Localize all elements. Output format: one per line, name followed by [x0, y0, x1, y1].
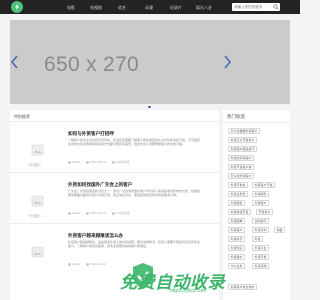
tag-item[interactable]: 外贸客户信息询价: [228, 284, 258, 290]
site-logo[interactable]: [11, 1, 23, 13]
post-date: 2019-03-12: [90, 211, 106, 215]
slider-placeholder-text: 650 x 270: [44, 53, 139, 76]
user-icon: [68, 262, 71, 266]
thumb-caption: 暂无图片: [29, 214, 42, 218]
no-image-icon: [31, 195, 44, 207]
watermark-url: https://ybss.com: [170, 288, 207, 294]
user-icon: [68, 211, 71, 215]
post-author[interactable]: admin: [72, 211, 80, 215]
list-item[interactable]: 暂无图片 如何与外贸客户打招呼 了解客户的企业文化和背景同时，外贸员还需要了解客…: [10, 123, 219, 173]
eye-icon: [111, 211, 115, 215]
no-image-icon: [31, 144, 44, 156]
slider-dots[interactable]: [148, 95, 154, 108]
post-excerpt: 外贸客户越来越难谈，这是很多外贸人的共同感受。面对这种情况，外贸人需要不断提高自…: [68, 240, 200, 249]
post-excerpt: 广交会，外贸的首选的方式之一，通过广交会寻找国外客户对外贸人来说是非常有效的方法…: [68, 189, 200, 198]
post-title-link[interactable]: 如何与外贸客户打招呼: [68, 131, 114, 137]
tag-item[interactable]: 开发客户: [256, 209, 274, 215]
nav-item-entertainment[interactable]: 娱乐八卦: [196, 5, 212, 11]
nav-item-documentary[interactable]: 纪录片: [170, 5, 182, 11]
top-header: 电影 电视剧 综艺 动漫 纪录片 娱乐八卦: [0, 0, 300, 14]
tag-item[interactable]: 谈判技巧: [252, 218, 270, 224]
chevron-right-icon[interactable]: [222, 55, 232, 69]
tag-item[interactable]: 询盘: [274, 227, 286, 233]
tag-item[interactable]: 外贸: [252, 236, 264, 242]
chevron-left-icon[interactable]: [10, 55, 20, 69]
sidebar-hot-tags: 热门标签 怎么去做做外贸客户 外贸怎么开发客户 外贸客户跟进技巧 外贸如何找客户…: [223, 110, 290, 300]
tag-item[interactable]: 外贸客户跟进技巧: [228, 146, 258, 152]
tag-item[interactable]: 外贸如何找客户: [228, 155, 255, 161]
section-title: 特别推荐: [14, 114, 30, 119]
tag-item[interactable]: 外贸怎么开发客户: [228, 137, 258, 143]
post-views: 172次浏览: [115, 211, 130, 215]
tag-item[interactable]: 外贸开发信: [228, 182, 249, 188]
tag-item[interactable]: 外贸客户: [228, 227, 246, 233]
nav-item-tv[interactable]: 电视剧: [90, 5, 102, 11]
tag-item[interactable]: 外贸电话开发: [228, 209, 252, 215]
slider-dot-active[interactable]: [148, 105, 151, 108]
post-date: 2019-03-12: [90, 160, 106, 164]
tag-item[interactable]: 外贸采购: [252, 263, 270, 269]
sidebar-title: 热门标签: [227, 114, 245, 119]
section-header: 特别推荐: [10, 110, 219, 122]
user-icon: [68, 160, 71, 164]
no-image-icon: [31, 246, 44, 258]
tag-item[interactable]: 外贸谈判: [252, 227, 270, 233]
post-title-link[interactable]: 外贸如何找国外广交会上的客户: [68, 182, 132, 188]
nav-item-variety[interactable]: 综艺: [118, 5, 126, 11]
tag-item[interactable]: 怎么去做做外贸客户: [228, 128, 261, 134]
search-input[interactable]: [234, 3, 272, 11]
post-author[interactable]: admin: [72, 262, 80, 266]
tag-item[interactable]: 外贸新手: [228, 236, 246, 242]
list-item[interactable]: 暂无图片 外贸如何找国外广交会上的客户 广交会，外贸的首选的方式之一，通过广交会…: [10, 174, 219, 224]
nav-item-movies[interactable]: 电影: [67, 5, 75, 11]
banner-slider[interactable]: 650 x 270: [10, 20, 290, 108]
tag-item[interactable]: 外贸报价: [228, 254, 246, 260]
search-icon[interactable]: [273, 4, 279, 10]
clock-icon: [86, 160, 90, 164]
tag-item[interactable]: 外贸知识: [228, 245, 246, 251]
nav-item-anime[interactable]: 动漫: [145, 5, 153, 11]
search-box: [232, 3, 280, 11]
clock-icon: [86, 211, 90, 215]
post-title-link[interactable]: 外贸客户越来越难谈怎么办: [68, 233, 123, 239]
lightning-icon: [15, 3, 19, 11]
thumb-caption: 暂无图片: [29, 163, 42, 167]
post-views: 179次浏览: [115, 160, 130, 164]
tag-item[interactable]: 什么业务: [228, 263, 246, 269]
tag-item[interactable]: 外贸平台: [252, 245, 270, 251]
post-author[interactable]: admin: [72, 160, 80, 164]
clock-icon: [86, 262, 90, 266]
tag-item[interactable]: 外贸展会: [228, 200, 246, 206]
post-date: 2019-03-12: [90, 262, 106, 266]
tag-item[interactable]: 外贸开发: [252, 254, 270, 260]
tag-item[interactable]: 外贸开发客户信: [228, 164, 255, 170]
post-meta: admin 2019-03-12: [68, 262, 106, 266]
tag-item[interactable]: 外贸邮件: [252, 191, 270, 197]
tag-item[interactable]: 外贸客户开发: [252, 182, 276, 188]
post-excerpt: 了解客户的企业文化和背景同时，外贸员还需要了解客户所在地区的礼仪文化和沟通习惯，…: [68, 138, 200, 147]
post-meta: admin 2019-03-12 179次浏览: [68, 160, 130, 164]
tag-item[interactable]: 外贸跟单: [228, 218, 246, 224]
tag-item[interactable]: 外贸业务员: [228, 191, 249, 197]
tag-item[interactable]: 怎么找外贸客户: [228, 173, 255, 179]
post-meta: admin 2019-03-12 172次浏览: [68, 211, 130, 215]
sidebar-header: 热门标签: [223, 110, 290, 123]
tag-item[interactable]: 外贸客户: [252, 200, 270, 206]
eye-icon: [111, 160, 115, 164]
